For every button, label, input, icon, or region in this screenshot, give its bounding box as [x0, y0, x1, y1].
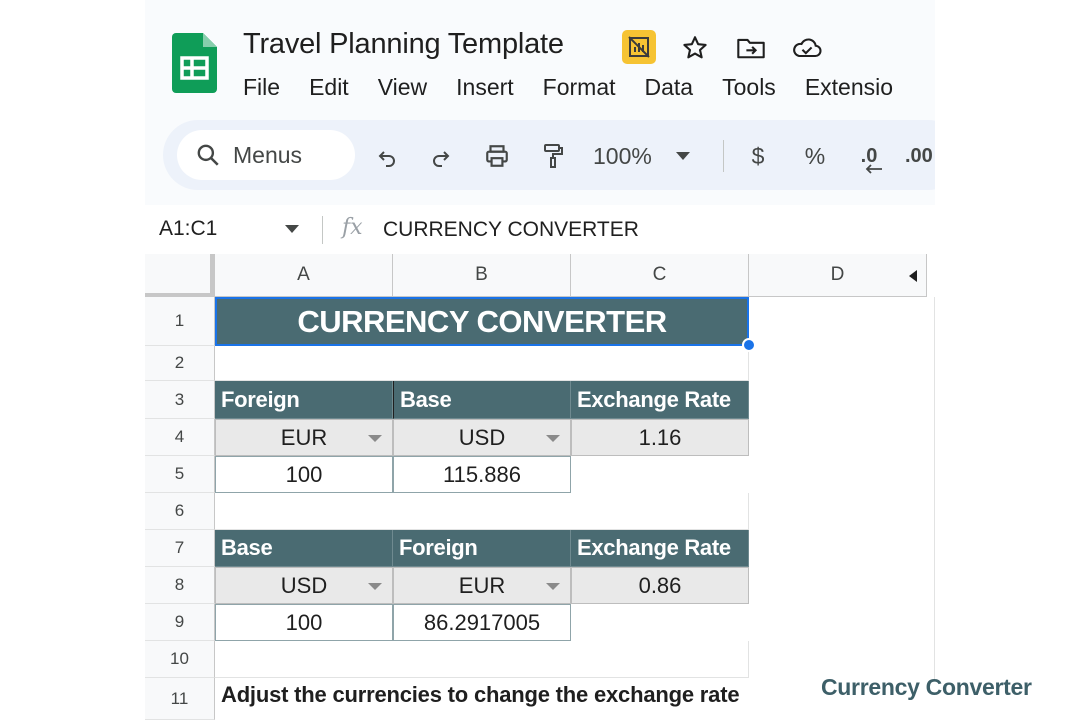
row-header-2[interactable]: 2	[145, 346, 215, 381]
paint-format-icon[interactable]	[535, 138, 571, 174]
menu-bar: File Edit View Insert Format Data Tools …	[243, 72, 922, 102]
table1-header-base[interactable]: Base	[393, 381, 571, 419]
table1-amount-cell[interactable]: 100	[215, 456, 393, 493]
table1-base-currency-value: USD	[458, 424, 506, 450]
selection-fill-handle[interactable]	[742, 338, 756, 352]
formula-bar: A1:C1 fx CURRENCY CONVERTER	[145, 205, 935, 253]
table2-base-currency-value: USD	[280, 572, 328, 598]
increase-decimal-button[interactable]: .00	[905, 138, 935, 174]
dropdown-arrow-icon[interactable]	[546, 582, 560, 590]
empty-row-10[interactable]	[215, 641, 749, 678]
move-to-folder-icon[interactable]	[735, 32, 767, 64]
row-header-11[interactable]: 11	[145, 678, 215, 720]
empty-row-6[interactable]	[215, 493, 749, 530]
row-header-10[interactable]: 10	[145, 641, 215, 678]
table2-base-currency-dropdown[interactable]: USD	[215, 567, 393, 604]
table2-header-foreign[interactable]: Foreign	[393, 530, 571, 567]
table2-foreign-currency-dropdown[interactable]: EUR	[393, 567, 571, 604]
column-header-a[interactable]: A	[215, 254, 393, 297]
menu-tools[interactable]: Tools	[722, 72, 776, 102]
menu-edit[interactable]: Edit	[309, 72, 349, 102]
select-all-corner[interactable]	[145, 254, 215, 297]
table2-amount-cell[interactable]: 100	[215, 604, 393, 641]
increase-decimal-label: .00	[905, 144, 933, 167]
fx-icon: fx	[342, 215, 363, 240]
menu-view[interactable]: View	[378, 72, 427, 102]
row-header-9[interactable]: 9	[145, 604, 215, 641]
print-icon[interactable]	[479, 138, 515, 174]
scroll-left-icon[interactable]	[899, 254, 927, 297]
zoom-value: 100%	[593, 142, 652, 169]
search-menus-label: Menus	[233, 141, 303, 168]
formula-bar-divider	[322, 216, 323, 244]
zoom-caret-icon	[675, 152, 690, 160]
empty-row-2[interactable]	[215, 346, 749, 381]
redo-icon[interactable]	[423, 138, 459, 174]
app-header: Travel Planning Template File Edit View …	[145, 0, 935, 205]
menu-insert[interactable]: Insert	[456, 72, 514, 102]
row-header-5[interactable]: 5	[145, 456, 215, 493]
row-header-7[interactable]: 7	[145, 530, 215, 567]
search-menus-button[interactable]: Menus	[177, 130, 355, 180]
zoom-select[interactable]: 100%	[593, 138, 703, 174]
name-box[interactable]: A1:C1	[159, 217, 217, 241]
toolbar-divider	[723, 140, 724, 172]
table2-header-rate[interactable]: Exchange Rate	[571, 530, 749, 567]
menu-file[interactable]: File	[243, 72, 280, 102]
table2-converted-cell[interactable]: 86.2917005	[393, 604, 571, 641]
menu-data[interactable]: Data	[645, 72, 694, 102]
row-header-1[interactable]: 1	[145, 297, 215, 346]
menu-format[interactable]: Format	[543, 72, 616, 102]
star-icon[interactable]	[679, 32, 711, 64]
name-box-caret-icon[interactable]	[285, 220, 299, 238]
row-header-8[interactable]: 8	[145, 567, 215, 604]
currency-format-button[interactable]: $	[743, 138, 773, 174]
undo-icon[interactable]	[369, 138, 405, 174]
table1-rate-cell[interactable]: 1.16	[571, 419, 749, 456]
caption-watermark: Currency Converter	[821, 674, 1032, 700]
row-header-6[interactable]: 6	[145, 493, 215, 530]
row-header-4[interactable]: 4	[145, 419, 215, 456]
instruction-note[interactable]: Adjust the currencies to change the exch…	[221, 682, 740, 708]
row-header-3[interactable]: 3	[145, 381, 215, 419]
table1-base-currency-dropdown[interactable]: USD	[393, 419, 571, 456]
dropdown-arrow-icon[interactable]	[546, 434, 560, 442]
cloud-saved-icon[interactable]	[791, 32, 823, 64]
column-header-b[interactable]: B	[393, 254, 571, 297]
table2-rate-cell[interactable]: 0.86	[571, 567, 749, 604]
sheets-logo-icon[interactable]	[172, 33, 217, 93]
column-d-cells[interactable]	[749, 297, 935, 680]
formula-input[interactable]: CURRENCY CONVERTER	[383, 218, 639, 242]
stage: Travel Planning Template File Edit View …	[0, 0, 1080, 720]
table1-header-rate[interactable]: Exchange Rate	[571, 381, 749, 419]
table1-foreign-currency-dropdown[interactable]: EUR	[215, 419, 393, 456]
table2-header-base[interactable]: Base	[215, 530, 393, 567]
toolbar: Menus 100% $ % .0 .00	[163, 120, 935, 190]
dropdown-arrow-icon[interactable]	[368, 434, 382, 442]
column-header-c[interactable]: C	[571, 254, 749, 297]
decrease-decimal-button[interactable]: .0	[851, 138, 887, 174]
no-chart-badge-icon[interactable]	[622, 30, 656, 64]
table2-foreign-currency-value: EUR	[458, 572, 506, 598]
google-sheets-window: Travel Planning Template File Edit View …	[145, 0, 935, 720]
search-icon	[195, 142, 221, 168]
table1-header-foreign[interactable]: Foreign	[215, 381, 393, 419]
menu-extensions[interactable]: Extensio	[805, 72, 893, 102]
dropdown-arrow-icon[interactable]	[368, 582, 382, 590]
currency-converter-title-cell[interactable]: CURRENCY CONVERTER	[215, 297, 749, 346]
percent-format-button[interactable]: %	[798, 138, 832, 174]
document-title[interactable]: Travel Planning Template	[243, 28, 564, 61]
table1-converted-cell[interactable]: 115.886	[393, 456, 571, 493]
table1-foreign-currency-value: EUR	[280, 424, 328, 450]
